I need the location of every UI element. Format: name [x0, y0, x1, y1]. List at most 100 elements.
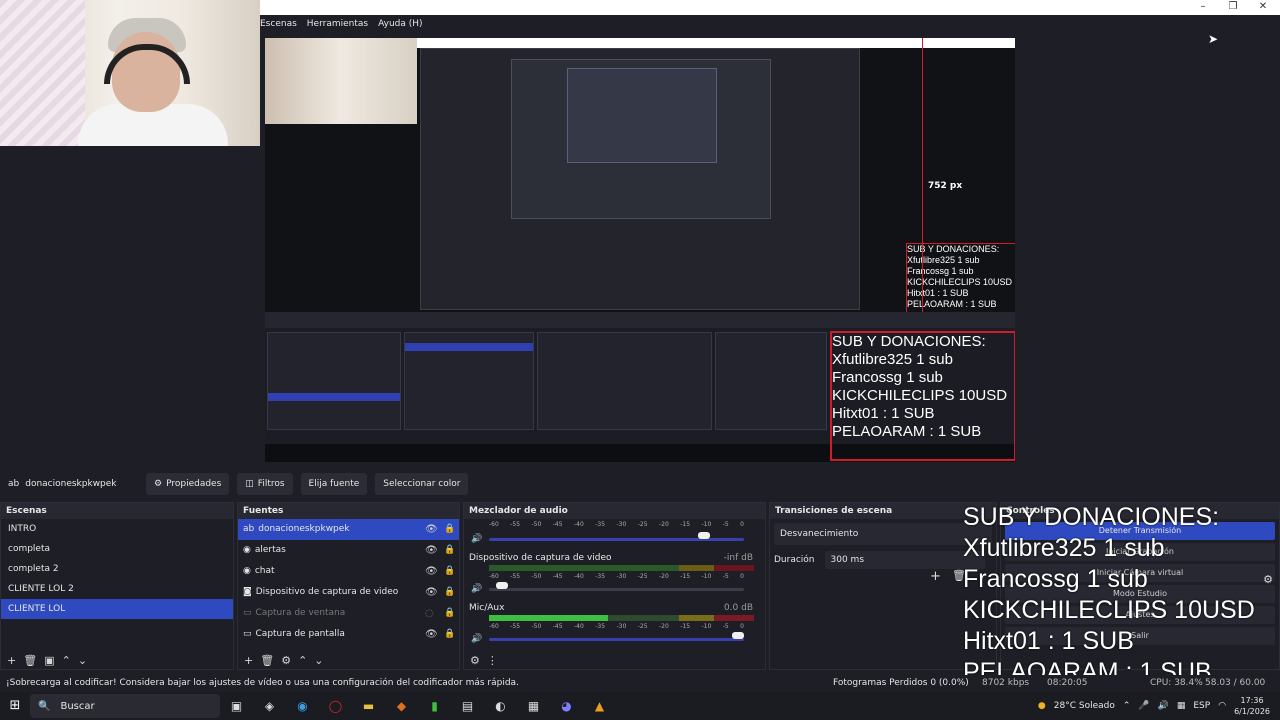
properties-button[interactable]: ⚙ Propiedades [146, 473, 230, 495]
more-icon[interactable]: ⋮ [487, 654, 498, 667]
virtual-camera-button[interactable]: Iniciar Cámara virtual [1005, 564, 1275, 582]
language-indicator[interactable]: ESP [1193, 701, 1210, 711]
scene-item-selected[interactable]: CLIENTE LOL [1, 599, 233, 619]
controls-panel: Controles Detener Transmisión Iniciar Gr… [1000, 502, 1280, 670]
eye-icon[interactable]: 👁 [425, 540, 438, 561]
app-icon[interactable]: ▦ [517, 692, 550, 720]
add-icon[interactable]: + [930, 569, 941, 584]
close-button[interactable]: ✕ [1248, 0, 1278, 15]
edge-icon[interactable]: ◉ [286, 692, 319, 720]
mic-icon[interactable]: 🎤 [1138, 701, 1149, 711]
add-icon[interactable]: + [7, 654, 16, 667]
eye-icon[interactable]: 👁 [425, 582, 438, 603]
file-explorer-icon[interactable]: ▬ [352, 692, 385, 720]
source-item[interactable]: ▭ Captura de pantalla 👁 🔒 [238, 624, 459, 645]
wifi-icon[interactable]: ◠ [1218, 701, 1226, 711]
lock-icon[interactable]: 🔒 [444, 561, 455, 582]
filters-button[interactable]: ◫ Filtros [237, 473, 293, 495]
add-icon[interactable]: + [244, 654, 253, 667]
task-view-icon[interactable]: ▣ [220, 692, 253, 720]
volume-slider[interactable]: 🔊 [464, 582, 765, 594]
minimize-button[interactable]: – [1188, 0, 1218, 15]
network-icon[interactable]: ▦ [1177, 701, 1186, 711]
menu-bar: Escenas Herramientas Ayuda (H) [260, 15, 1280, 32]
source-item[interactable]: ◉ chat 👁 🔒 [238, 561, 459, 582]
app-icon[interactable]: ▤ [451, 692, 484, 720]
speaker-icon[interactable]: 🔊 [471, 534, 482, 544]
lock-icon[interactable]: 🔒 [444, 624, 455, 645]
app-icon[interactable]: ◆ [385, 692, 418, 720]
menu-herramientas[interactable]: Herramientas [307, 19, 368, 29]
trash-icon[interactable]: 🗑 [952, 569, 966, 582]
taskbar-search[interactable]: 🔍 Buscar [30, 694, 220, 718]
volume-slider[interactable]: 🔊 [464, 532, 765, 544]
recursive-preview: SUB Y DONACIONES: Xfutlibre325 1 sub Fra… [420, 48, 1015, 321]
lock-icon[interactable]: 🔒 [444, 603, 455, 624]
source-item[interactable]: ◙ Dispositivo de captura de video 👁 🔒 [238, 582, 459, 603]
duration-input[interactable]: 300 ms [824, 551, 985, 569]
app-icon[interactable]: ▮ [418, 692, 451, 720]
audio-mixer-panel: Mezclador de audio -60 -55 -50 -45 -40 -35 -30… [463, 502, 766, 670]
eye-hidden-icon[interactable]: ◌ [425, 603, 434, 624]
transition-select[interactable]: Desvanecimiento [774, 523, 992, 545]
trash-icon[interactable]: 🗑 [23, 654, 37, 667]
source-item[interactable]: ab donacioneskpkwpek 👁 🔒 [238, 519, 459, 540]
scene-item[interactable]: INTRO [1, 519, 233, 539]
volume-slider[interactable]: 🔊 [464, 632, 765, 644]
controls-title: Controles [1001, 503, 1279, 519]
audio-meter [489, 565, 754, 571]
opera-icon[interactable]: ◯ [319, 692, 352, 720]
lock-icon[interactable]: 🔒 [444, 540, 455, 561]
audio-meter [489, 615, 754, 621]
stream-time: 08:20:05 [1047, 678, 1088, 688]
app-icon[interactable]: ▲ [583, 692, 616, 720]
scene-item[interactable]: completa 2 [1, 559, 233, 579]
choose-source-button[interactable]: Elija fuente [300, 473, 368, 495]
stop-stream-button[interactable]: Detener Transmisión [1005, 522, 1275, 540]
scene-item[interactable]: completa [1, 539, 233, 559]
studio-mode-button[interactable]: Modo Estudio [1005, 585, 1275, 603]
exit-button[interactable]: Salir [1005, 627, 1275, 645]
eye-icon[interactable]: 👁 [425, 519, 438, 540]
menu-escenas[interactable]: Escenas [260, 19, 297, 29]
copilot-icon[interactable]: ◈ [253, 692, 286, 720]
arrow-up-icon[interactable]: ⌃ [62, 654, 71, 667]
filter-icon[interactable]: ▣ [44, 654, 54, 667]
arrow-down-icon[interactable]: ⌄ [78, 654, 87, 667]
settings-button[interactable]: Ajustes [1005, 606, 1275, 624]
lock-icon[interactable]: 🔒 [444, 582, 455, 603]
mouse-cursor-icon: ➤ [1208, 32, 1219, 46]
selected-source: ab donacioneskpkwpek [8, 479, 117, 489]
scene-item[interactable]: CLIENTE LOL 2 [1, 579, 233, 599]
meter-ticks: -60 -55 -50 -45 -40 -35 -30 -25 -20 -15 -10 -5 0 [489, 573, 744, 580]
windows-start-icon[interactable]: ⊞ [0, 692, 30, 720]
source-item-hidden[interactable]: ▭ Captura de ventana ◌ 🔒 [238, 603, 459, 624]
speaker-icon[interactable]: 🔊 [471, 584, 482, 594]
start-recording-button[interactable]: Iniciar Grabación [1005, 543, 1275, 561]
source-item[interactable]: ◉ alertas 👁 🔒 [238, 540, 459, 561]
clock[interactable]: 17:36 6/1/2026 [1234, 695, 1270, 717]
eye-icon[interactable]: 👁 [425, 561, 438, 582]
meter-ticks: -60 -55 -50 -45 -40 -35 -30 -25 -20 -15 -10 -5 0 [489, 623, 744, 630]
arrow-down-icon[interactable]: ⌄ [314, 654, 323, 667]
status-message: ¡Sobrecarga al codificar! Considera baja… [6, 678, 519, 688]
volume-icon[interactable]: 🔊 [1158, 701, 1169, 711]
arrow-up-icon[interactable]: ⌃ [298, 654, 307, 667]
gear-icon[interactable]: ⚙ [281, 654, 291, 667]
gear-icon[interactable]: ⚙ [470, 654, 480, 667]
gear-icon[interactable]: ⚙ [1263, 573, 1273, 586]
select-color-button[interactable]: Seleccionar color [375, 473, 469, 495]
eye-icon[interactable]: 👁 [425, 624, 438, 645]
sources-toolbar: + 🗑 ⚙ ⌃ ⌄ [238, 651, 459, 669]
restore-button[interactable]: ❐ [1218, 0, 1248, 15]
weather-text: 28°C Soleado [1053, 701, 1115, 711]
lock-icon[interactable]: 🔒 [444, 519, 455, 540]
discord-icon[interactable]: ◕ [550, 692, 583, 720]
speaker-icon[interactable]: 🔊 [471, 634, 482, 644]
menu-ayuda[interactable]: Ayuda (H) [378, 19, 422, 29]
preview-donation-overlay[interactable]: SUB Y DONACIONES: Xfutlibre325 1 sub Fra… [830, 331, 1015, 461]
tray-arrow-icon[interactable]: ⌃ [1123, 701, 1131, 711]
trash-icon[interactable]: 🗑 [260, 654, 274, 667]
preview-canvas[interactable]: SUB Y DONACIONES: Xfutlibre325 1 sub Fra… [265, 38, 1015, 462]
obs-icon[interactable]: ◐ [484, 692, 517, 720]
